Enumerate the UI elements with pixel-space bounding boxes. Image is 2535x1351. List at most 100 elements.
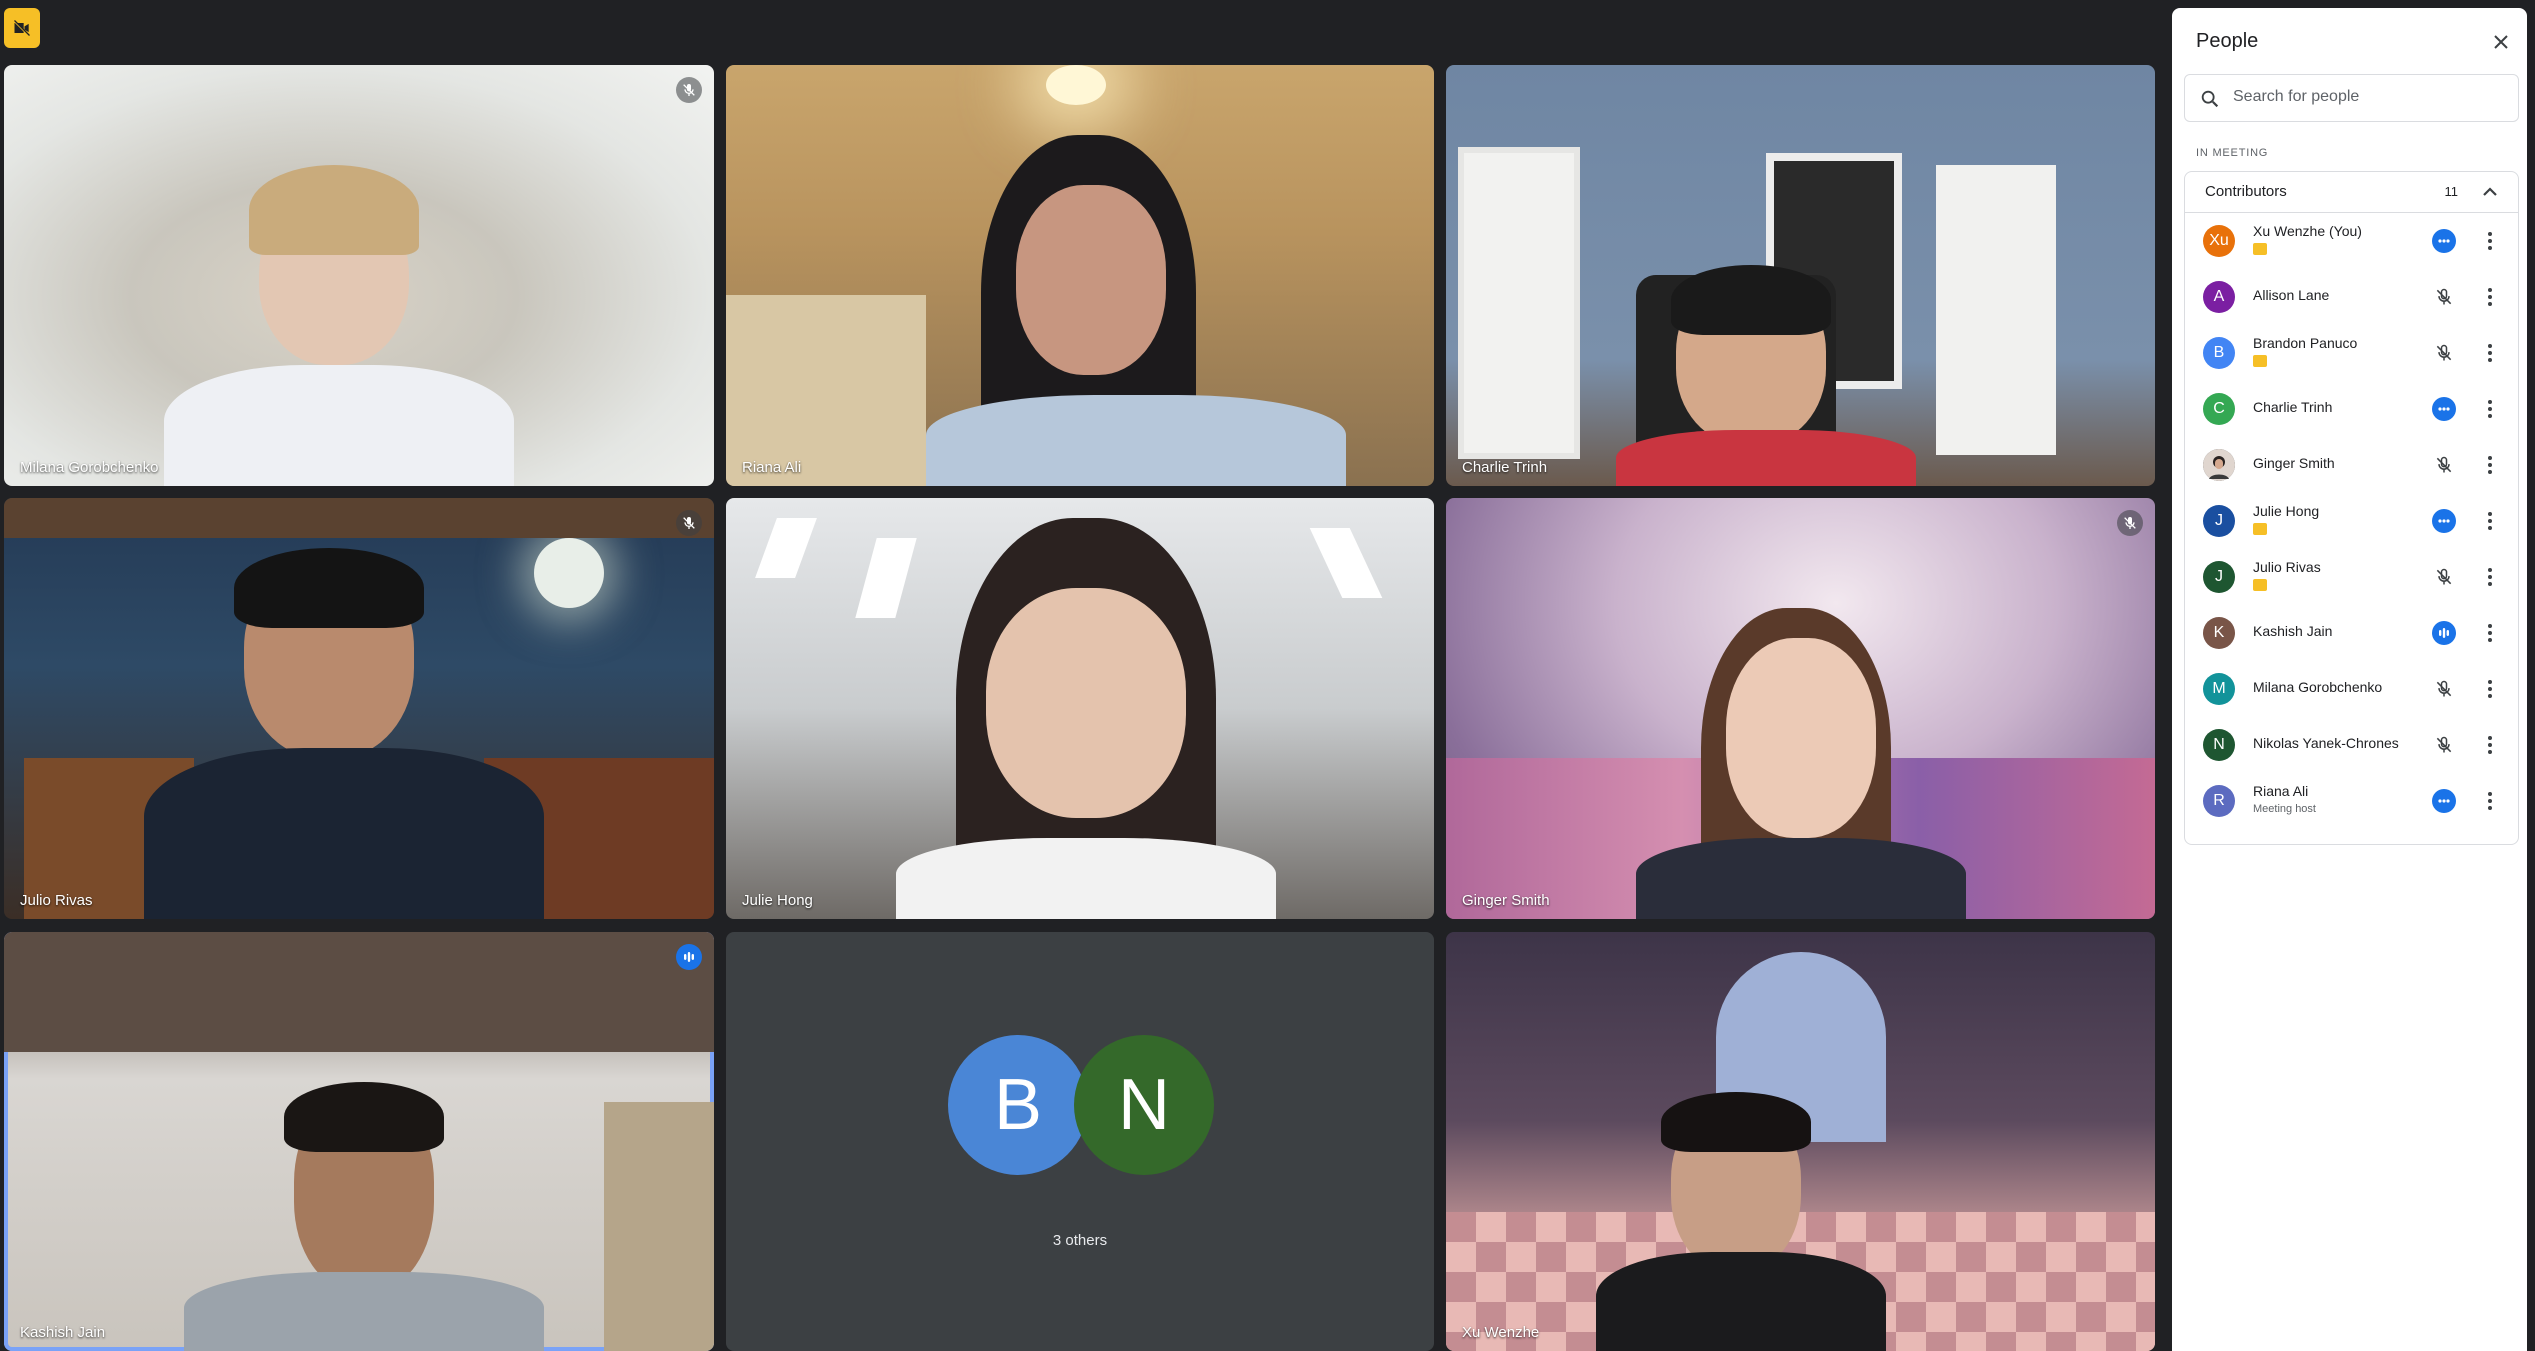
participant-menu-button[interactable] — [2478, 341, 2502, 365]
ceiling — [4, 932, 714, 1052]
participant-menu-button[interactable] — [2478, 509, 2502, 533]
mic-off-icon — [2436, 344, 2452, 361]
more-vert-icon — [2488, 568, 2492, 586]
participant-name: Brandon Panuco — [2253, 335, 2358, 351]
person-hoodie — [144, 748, 544, 919]
contributors-header[interactable]: Contributors 11 — [2185, 172, 2518, 213]
participant-name: Julio Rivas — [2253, 559, 2321, 575]
participant-menu-button[interactable] — [2478, 285, 2502, 309]
participant-menu-button[interactable] — [2478, 621, 2502, 645]
avatar: K — [2203, 617, 2235, 649]
participant-row[interactable]: C Charlie Trinh — [2185, 381, 2518, 437]
participant-row[interactable]: J Julio Rivas — [2185, 549, 2518, 605]
avatar: A — [2203, 281, 2235, 313]
video-tile-charlie[interactable]: Charlie Trinh — [1446, 65, 2155, 486]
participant-menu-button[interactable] — [2478, 733, 2502, 757]
more-vert-icon — [2488, 232, 2492, 250]
avatar: N — [2203, 729, 2235, 761]
mic-status — [2432, 677, 2456, 701]
notetaker-badge-icon — [2253, 355, 2267, 367]
video-tile-milana[interactable]: Milana Gorobchenko — [4, 65, 714, 486]
participant-row[interactable]: Xu Xu Wenzhe (You) — [2185, 213, 2518, 269]
participant-menu-button[interactable] — [2478, 677, 2502, 701]
participant-row[interactable]: N Nikolas Yanek-Chrones — [2185, 717, 2518, 773]
more-vert-icon — [2488, 512, 2492, 530]
avatar: J — [2203, 505, 2235, 537]
participant-row[interactable]: M Milana Gorobchenko — [2185, 661, 2518, 717]
mic-off-icon — [2436, 680, 2452, 697]
panel-title: People — [2196, 30, 2259, 52]
others-tile[interactable]: B N 3 others — [726, 932, 1434, 1351]
more-actions-button[interactable] — [2432, 789, 2456, 813]
participant-menu-button[interactable] — [2478, 453, 2502, 477]
others-count-label: 3 others — [1052, 1232, 1108, 1249]
participant-name: Allison Lane — [2253, 287, 2330, 303]
chevron-up-icon[interactable] — [2478, 180, 2502, 204]
ceiling-light — [1046, 65, 1106, 105]
participant-row[interactable]: R Riana Ali Meeting host — [2185, 773, 2518, 829]
participant-name: Riana Ali — [742, 459, 802, 476]
avatar — [2203, 449, 2235, 481]
avatar: B — [2203, 337, 2235, 369]
more-vert-icon — [2488, 624, 2492, 642]
video-tile-riana[interactable]: Riana Ali — [726, 65, 1434, 486]
participant-row[interactable]: K Kashish Jain — [2185, 605, 2518, 661]
video-tile-ginger[interactable]: Ginger Smith — [1446, 498, 2155, 919]
person-hair — [284, 1082, 444, 1152]
mic-off-icon — [683, 84, 695, 96]
person-face — [986, 588, 1186, 818]
mic-off-icon — [2436, 288, 2452, 305]
participant-name: Kashish Jain — [20, 1324, 106, 1341]
search-people-input[interactable] — [2231, 87, 2505, 107]
search-icon — [2201, 90, 2219, 108]
speaking-indicator — [2432, 621, 2456, 645]
participant-row[interactable]: A Allison Lane — [2185, 269, 2518, 325]
more-actions-button[interactable] — [2432, 509, 2456, 533]
more-actions-button[interactable] — [2432, 229, 2456, 253]
video-tile-kashish[interactable]: Kashish Jain — [4, 932, 714, 1351]
participant-row[interactable]: Ginger Smith — [2185, 437, 2518, 493]
person-hair — [234, 548, 424, 628]
video-off-icon — [13, 19, 31, 37]
participant-name: Milana Gorobchenko — [20, 459, 159, 476]
video-tile-julie[interactable]: Julie Hong — [726, 498, 1434, 919]
more-vert-icon — [2488, 680, 2492, 698]
person-face — [1016, 185, 1166, 375]
person-shoulders — [1636, 838, 1966, 919]
video-tile-xu[interactable]: Xu Wenzhe — [1446, 932, 2155, 1351]
mic-off-icon — [2436, 568, 2452, 585]
participant-name: Milana Gorobchenko — [2253, 679, 2383, 695]
avatar-b: B — [948, 1035, 1088, 1175]
person-shoulders — [896, 838, 1276, 919]
participant-menu-button[interactable] — [2478, 565, 2502, 589]
participant-name: Nikolas Yanek-Chrones — [2253, 735, 2399, 751]
more-vert-icon — [2488, 792, 2492, 810]
participant-menu-button[interactable] — [2478, 789, 2502, 813]
door-right — [1936, 165, 2056, 455]
participant-name: Julie Hong — [742, 892, 813, 909]
participant-menu-button[interactable] — [2478, 397, 2502, 421]
audio-level-icon — [684, 952, 694, 962]
contributors-label: Contributors — [2205, 183, 2287, 200]
more-options-icon — [2438, 799, 2450, 803]
person-hair — [249, 165, 419, 255]
participant-row[interactable]: J Julie Hong — [2185, 493, 2518, 549]
bed-background — [726, 295, 926, 486]
participant-name: Charlie Trinh — [1462, 459, 1548, 476]
participant-name: Ginger Smith — [2253, 455, 2335, 471]
notetaker-badge-icon — [2253, 579, 2267, 591]
more-actions-button[interactable] — [2432, 397, 2456, 421]
mic-status — [2432, 565, 2456, 589]
notetaker-badge-icon — [2253, 523, 2267, 535]
ceiling-light — [855, 538, 917, 618]
more-vert-icon — [2488, 400, 2492, 418]
mic-status — [2432, 285, 2456, 309]
camera-off-button[interactable] — [4, 8, 40, 48]
video-tile-julio[interactable]: Julio Rivas — [4, 498, 714, 919]
participant-menu-button[interactable] — [2478, 229, 2502, 253]
avatar: J — [2203, 561, 2235, 593]
close-panel-button[interactable] — [2489, 30, 2513, 54]
mic-status — [2432, 733, 2456, 757]
person-hair — [1661, 1092, 1811, 1152]
participant-row[interactable]: B Brandon Panuco — [2185, 325, 2518, 381]
